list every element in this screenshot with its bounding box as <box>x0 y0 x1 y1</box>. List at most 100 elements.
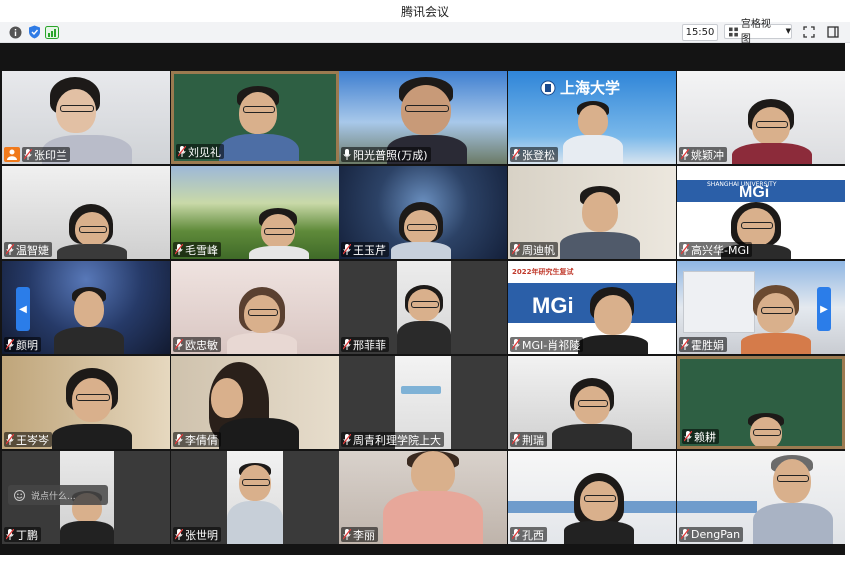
participant-name: 赖耕 <box>694 430 716 444</box>
microphone-muted-icon <box>24 149 32 160</box>
microphone-muted-icon <box>175 244 183 255</box>
participant-label: 高兴华-MGI <box>679 242 753 257</box>
video-tile[interactable]: 上海大学 张登松 <box>508 71 676 164</box>
video-tile[interactable]: 毛雪峰 <box>171 166 339 259</box>
view-mode-label: 宫格视图 <box>740 18 771 45</box>
participant-name: 张世明 <box>185 528 218 542</box>
participant-video <box>249 208 309 259</box>
video-tile[interactable]: 赖耕 <box>677 356 845 449</box>
info-icon[interactable] <box>8 25 22 39</box>
participant-name: 李倩倩 <box>185 433 218 447</box>
slide-title: 2022年研究生复试 <box>512 268 574 276</box>
participant-video <box>391 202 451 259</box>
video-tile[interactable]: 李倩倩 <box>171 356 339 449</box>
microphone-muted-icon <box>6 339 14 350</box>
chat-placeholder: 说点什么... <box>31 491 76 502</box>
participant-label: 刘见礼 <box>176 144 224 159</box>
window-title: 腾讯会议 <box>400 5 449 19</box>
participant-video <box>732 99 812 164</box>
participant-video <box>52 368 132 449</box>
video-tile[interactable]: 姚颖冲 <box>677 71 845 164</box>
signal-icon[interactable] <box>45 25 59 39</box>
host-icon <box>4 147 20 162</box>
participant-label: DengPan <box>679 527 744 542</box>
video-tile[interactable]: 2022年研究生复试 MGi MGI-肖祁陵 <box>508 261 676 354</box>
participant-name: 孔西 <box>522 528 544 542</box>
video-tile[interactable]: 邢菲菲 <box>339 261 507 354</box>
microphone-muted-icon <box>512 149 520 160</box>
microphone-muted-icon <box>512 339 520 350</box>
participant-label: 丁鹏 <box>4 527 41 542</box>
participant-name: DengPan <box>691 528 741 541</box>
participant-name: 李丽 <box>353 528 375 542</box>
grid-icon <box>729 27 738 36</box>
participant-name: 颜明 <box>16 338 38 352</box>
video-tile[interactable]: 阳光普照(万成) <box>339 71 507 164</box>
chevron-left-icon: ◀ <box>19 303 27 315</box>
video-tile[interactable]: ◀ 颜明 <box>2 261 170 354</box>
microphone-muted-icon <box>681 149 689 160</box>
video-tile[interactable]: SHANGHAI UNIVERSITY MGi 高兴华-MGI <box>677 166 845 259</box>
participant-name: MGI-肖祁陵 <box>522 338 581 352</box>
participant-label: 张世明 <box>173 527 221 542</box>
fullscreen-icon[interactable] <box>802 25 816 39</box>
video-tile[interactable]: 欧忠敏 <box>171 261 339 354</box>
participant-video <box>560 186 640 259</box>
video-tile[interactable]: 张世明 <box>171 451 339 544</box>
next-page-button[interactable]: ▶ <box>817 287 831 331</box>
video-tile[interactable]: DengPan <box>677 451 845 544</box>
window-right-edge <box>845 43 850 555</box>
video-tile[interactable]: 王岑岑 <box>2 356 170 449</box>
participant-name: 姚颖冲 <box>691 148 724 162</box>
participant-label: 王岑岑 <box>4 432 52 447</box>
participant-name: 周青利理学院上大 <box>353 433 441 447</box>
participant-video <box>227 451 283 544</box>
microphone-muted-icon <box>684 431 692 442</box>
video-tile[interactable]: 刘见礼 <box>171 71 339 164</box>
participant-video <box>753 455 833 544</box>
video-tile[interactable]: 周青利理学院上大 <box>339 356 507 449</box>
participant-label: 周迪帆 <box>510 242 558 257</box>
participant-video <box>54 287 124 354</box>
microphone-muted-icon <box>6 529 14 540</box>
participant-video <box>564 473 634 544</box>
sidebar-toggle-icon[interactable] <box>826 25 840 39</box>
participant-label: 温智婕 <box>4 242 52 257</box>
participant-name: 温智婕 <box>16 243 49 257</box>
participant-name: 荆瑞 <box>522 433 544 447</box>
microphone-muted-icon <box>343 339 351 350</box>
microphone-muted-icon <box>681 529 689 540</box>
participant-label: 颜明 <box>4 337 41 352</box>
microphone-muted-icon <box>343 529 351 540</box>
previous-page-button[interactable]: ◀ <box>16 287 30 331</box>
microphone-muted-icon <box>6 244 14 255</box>
participant-name: 毛雪峰 <box>185 243 218 257</box>
video-tile[interactable]: 王玉芹 <box>339 166 507 259</box>
university-emblem-icon <box>540 80 556 95</box>
video-tile[interactable]: 荆瑞 <box>508 356 676 449</box>
video-tile[interactable]: 周迪帆 <box>508 166 676 259</box>
participant-name: 阳光普照(万成) <box>353 148 428 162</box>
video-tile[interactable]: 李丽 <box>339 451 507 544</box>
participant-label: MGI-肖祁陵 <box>510 337 584 352</box>
participant-label: 张登松 <box>510 147 558 162</box>
video-tile[interactable]: 温智婕 <box>2 166 170 259</box>
microphone-muted-icon <box>175 434 183 445</box>
shu-logo-text: 上海大学 <box>560 79 621 97</box>
video-grid: 张印兰 刘见礼 阳光普照(万成) 上海大学 张登松 姚颖冲 温智婕 毛雪峰 王玉… <box>0 43 845 555</box>
microphone-muted-icon <box>512 529 520 540</box>
participant-video <box>227 287 297 354</box>
microphone-icon <box>343 149 351 160</box>
video-tile[interactable]: ▶ 霍胜娟 <box>677 261 845 354</box>
shield-icon[interactable] <box>27 25 41 39</box>
participant-name: 邢菲菲 <box>353 338 386 352</box>
chat-input[interactable]: 说点什么... <box>8 485 108 505</box>
video-tile[interactable]: 张印兰 <box>2 71 170 164</box>
participant-video <box>383 451 483 544</box>
participant-video <box>219 86 299 161</box>
participant-label: 孔西 <box>510 527 547 542</box>
participant-video <box>397 261 451 354</box>
participant-name: 周迪帆 <box>522 243 555 257</box>
video-tile[interactable]: 孔西 <box>508 451 676 544</box>
view-mode-dropdown[interactable]: 宫格视图 ▼ <box>724 19 792 45</box>
